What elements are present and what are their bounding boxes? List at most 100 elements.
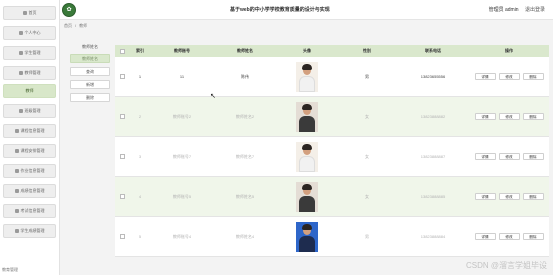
watermark: CSDN @溜言学姐毕设 [465, 261, 547, 270]
search-button[interactable]: 查询 [70, 67, 110, 76]
cell-name: 教师姓名7 [235, 153, 255, 159]
row-checkbox[interactable] [119, 114, 125, 119]
sidebar-item-home[interactable]: 首页 [3, 6, 56, 20]
delete-row-button[interactable]: 删除 [522, 73, 544, 80]
delete-button[interactable]: 删除 [70, 93, 110, 102]
cell-name: 教师姓名4 [235, 233, 255, 239]
cell-phone: 13823888882 [420, 114, 446, 119]
grid-icon [18, 71, 23, 75]
table-row: 1 11 陈伟 男 13823655556 详情 修改 删除 [115, 57, 549, 97]
cell-gender: 女 [365, 153, 369, 159]
sidebar-item-grades[interactable]: 成绩信息管理 [3, 184, 56, 198]
table-row: 5 教师账号4 教师姓名4 男 13823888884 详情 修改 删除 [115, 217, 549, 257]
breadcrumb: 首页 / 教师 [64, 23, 88, 28]
header-account: 教师账号 [174, 48, 190, 53]
header-actions: 操作 [505, 48, 513, 53]
teacher-table: 索引 教师账号 教师姓名 头像 性别 联系电话 操作 1 11 陈伟 男 138… [115, 45, 549, 257]
filter-label: 教师姓名 [82, 44, 98, 49]
grid-icon [14, 189, 19, 193]
sidebar-item-courses[interactable]: 课程信息管理 [3, 124, 56, 138]
cell-gender: 女 [365, 193, 369, 199]
cell-gender: 女 [365, 113, 369, 119]
row-checkbox[interactable] [119, 234, 125, 239]
delete-row-button[interactable]: 删除 [522, 193, 544, 200]
cell-name: 陈伟 [241, 73, 249, 79]
page-title: 基于web的中小学学校教育质量的设计与实现 [230, 7, 330, 13]
grid-icon [14, 129, 19, 133]
edit-button[interactable]: 修改 [498, 73, 520, 80]
avatar [296, 61, 318, 92]
mouse-cursor-icon: ↖ [210, 93, 216, 100]
row-checkbox[interactable] [119, 74, 125, 79]
sidebar-item-homework[interactable]: 作业信息管理 [3, 164, 56, 178]
cell-gender: 男 [365, 73, 369, 79]
table-row: 2 教师账号2 教师姓名2 女 13823888882 详情 修改 删除 [115, 97, 549, 137]
edit-button[interactable]: 修改 [498, 233, 520, 240]
cell-phone: 13823655556 [420, 74, 446, 79]
admin-label: 管理员 admin [488, 7, 519, 13]
row-checkbox[interactable] [119, 154, 125, 159]
sidebar-item-schedule[interactable]: 课程安排管理 [3, 144, 56, 158]
sidebar: 首页 个人中心 学生管理 教师管理 教师 班级管理 课程信息管理 课程安排管理 … [0, 0, 60, 275]
table-row: 4 教师账号5 教师姓名5 女 13823888885 详情 修改 删除 [115, 177, 549, 217]
cell-index: 2 [138, 114, 142, 119]
logout-link[interactable]: 退出登录 [525, 7, 545, 13]
table-header: 索引 教师账号 教师姓名 头像 性别 联系电话 操作 [115, 45, 549, 57]
detail-button[interactable]: 详情 [474, 113, 496, 120]
header-gender: 性别 [363, 48, 371, 53]
edit-button[interactable]: 修改 [498, 113, 520, 120]
delete-row-button[interactable]: 删除 [522, 153, 544, 160]
edit-button[interactable]: 修改 [498, 153, 520, 160]
breadcrumb-current: 教师 [79, 23, 88, 28]
breadcrumb-home[interactable]: 首页 [64, 23, 72, 28]
sidebar-footer: 教育管理 [2, 267, 18, 272]
sidebar-item-classes[interactable]: 班级管理 [3, 104, 56, 118]
sidebar-item-students[interactable]: 学生管理 [3, 46, 56, 60]
grid-icon [14, 169, 19, 173]
cell-name: 教师姓名2 [235, 113, 255, 119]
sidebar-item-teacher-active[interactable]: 教师 [3, 84, 56, 98]
cell-index: 3 [138, 154, 142, 159]
header-index: 索引 [136, 48, 144, 53]
person-icon [18, 31, 23, 35]
cell-phone: 13823888884 [420, 234, 446, 239]
delete-row-button[interactable]: 删除 [522, 113, 544, 120]
cell-index: 1 [138, 74, 142, 79]
select-all-checkbox[interactable] [119, 48, 125, 54]
detail-button[interactable]: 详情 [474, 73, 496, 80]
school-logo: ✿ [62, 2, 76, 17]
cell-gender: 男 [365, 233, 369, 239]
cell-phone: 13823888885 [420, 194, 446, 199]
header-phone: 联系电话 [425, 48, 441, 53]
top-header: ✿ 基于web的中小学学校教育质量的设计与实现 管理员 admin 退出登录 [60, 0, 553, 20]
detail-button[interactable]: 详情 [474, 153, 496, 160]
grid-icon [14, 149, 19, 153]
sidebar-item-exams[interactable]: 考试信息管理 [3, 204, 56, 218]
sidebar-item-scores[interactable]: 学生成绩管理 [3, 224, 56, 238]
sidebar-item-teachers[interactable]: 教师管理 [3, 66, 56, 80]
avatar [296, 141, 318, 172]
cell-account: 教师账号4 [172, 233, 192, 239]
avatar [296, 221, 318, 252]
grid-icon [18, 109, 23, 113]
detail-button[interactable]: 详情 [474, 233, 496, 240]
add-button[interactable]: 新增 [70, 80, 110, 89]
delete-row-button[interactable]: 删除 [522, 233, 544, 240]
cell-index: 5 [138, 234, 142, 239]
admin-area: 管理员 admin 退出登录 [489, 6, 545, 13]
cell-account: 教师账号7 [172, 153, 192, 159]
edit-button[interactable]: 修改 [498, 193, 520, 200]
cell-account: 教师账号5 [172, 193, 192, 199]
cell-name: 教师姓名5 [235, 193, 255, 199]
grid-icon [14, 209, 19, 213]
header-name: 教师姓名 [237, 48, 253, 53]
detail-button[interactable]: 详情 [474, 193, 496, 200]
cell-phone: 13823888887 [420, 154, 446, 159]
table-row: 3 教师账号7 教师姓名7 女 13823888887 详情 修改 删除 [115, 137, 549, 177]
home-icon [22, 11, 27, 15]
teacher-name-input[interactable]: 教师姓名 [70, 54, 110, 63]
grid-icon [18, 51, 23, 55]
row-checkbox[interactable] [119, 194, 125, 199]
avatar [296, 101, 318, 132]
sidebar-item-profile[interactable]: 个人中心 [3, 26, 56, 40]
